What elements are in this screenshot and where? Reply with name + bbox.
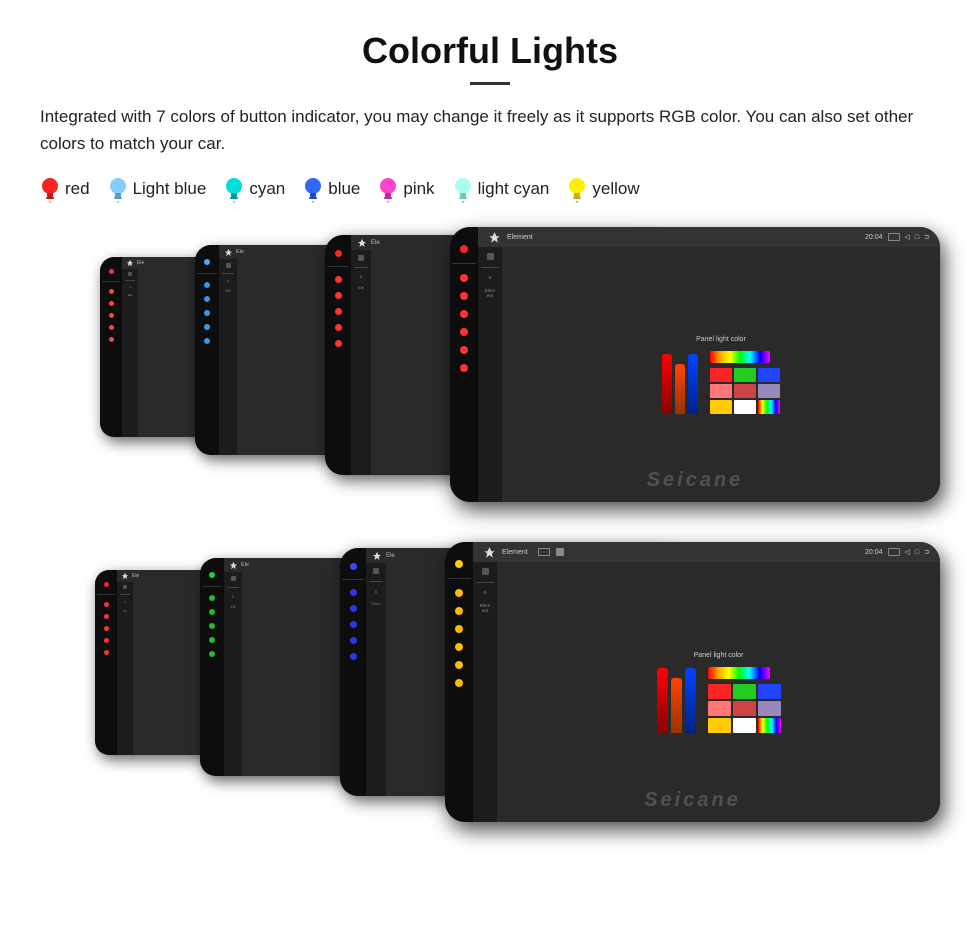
title-divider (470, 82, 510, 85)
bulb-icon-cyan (224, 175, 244, 203)
page-title: Colorful Lights (40, 30, 940, 72)
color-label-pink: pink (403, 179, 434, 199)
color-label-light-cyan: light cyan (478, 179, 550, 199)
color-label-yellow: yellow (592, 179, 639, 199)
page-container: Colorful Lights Integrated with 7 colors… (0, 0, 980, 890)
bottom-device-group: Ele ≡ Ele (40, 542, 940, 842)
bulb-icon-red (40, 175, 60, 203)
color-item-red: red (40, 175, 90, 203)
color-item-light-cyan: light cyan (453, 175, 550, 203)
color-item-light-blue: Light blue (108, 175, 207, 203)
bulb-icon-light-blue (108, 175, 128, 203)
bottom-device-4-main: Element 20:04 ◁ □ ⊃ (445, 542, 940, 822)
bulb-icon-yellow (567, 175, 587, 203)
color-row: red Light blue cyan (40, 175, 940, 203)
bulb-icon-light-cyan (453, 175, 473, 203)
color-item-cyan: cyan (224, 175, 285, 203)
description: Integrated with 7 colors of button indic… (40, 103, 940, 157)
color-item-pink: pink (378, 175, 434, 203)
color-label-red: red (65, 179, 90, 199)
bulb-icon-pink (378, 175, 398, 203)
color-label-blue: blue (328, 179, 360, 199)
top-device-group: Ele ≡ Ele (40, 227, 940, 522)
bulb-icon-blue (303, 175, 323, 203)
color-item-yellow: yellow (567, 175, 639, 203)
device-4-main: Element 20:04 ◁ □ ⊃ (450, 227, 940, 502)
panel-light-label: Panel light color (696, 336, 746, 343)
color-item-blue: blue (303, 175, 360, 203)
color-label-cyan: cyan (249, 179, 285, 199)
bottom-panel-light-label: Panel light color (694, 652, 744, 659)
color-label-light-blue: Light blue (133, 179, 207, 199)
